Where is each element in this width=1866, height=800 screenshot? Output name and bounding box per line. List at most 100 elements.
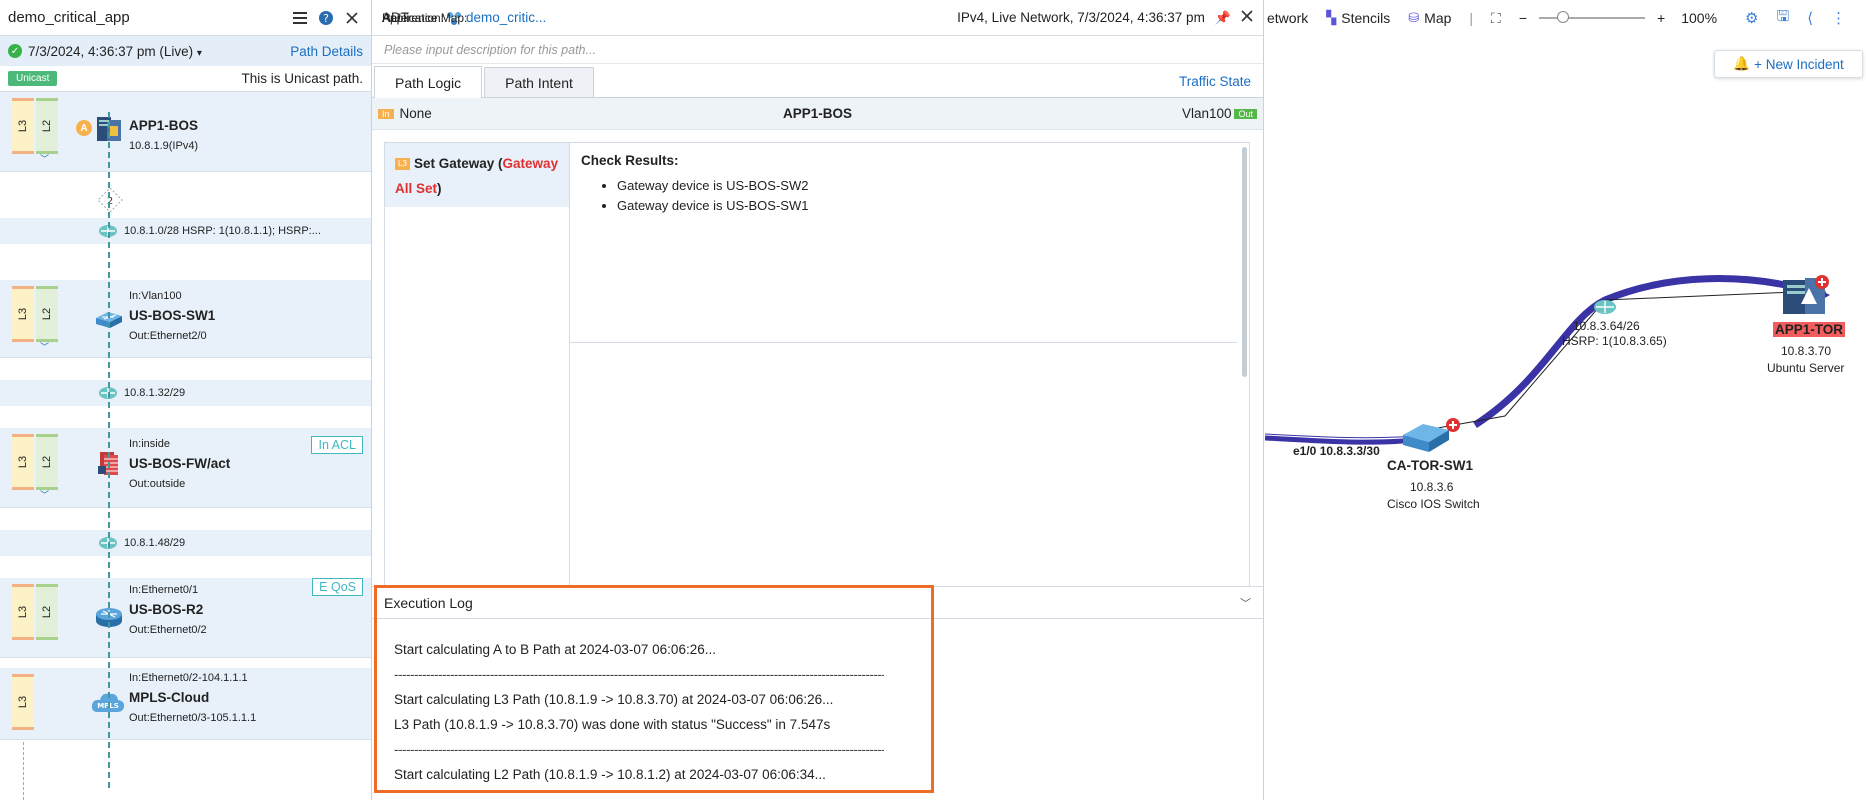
l3-badge: L3 xyxy=(395,158,410,171)
description-input[interactable]: Please input description for this path..… xyxy=(372,36,1263,64)
subnet-hsrp-label: HSRP: 1(10.8.3.65) xyxy=(1562,334,1667,348)
out-value: Vlan100 xyxy=(1181,106,1232,121)
new-incident-button[interactable]: 🔔 + New Incident xyxy=(1714,50,1863,78)
execution-log: Execution Log ﹀ Start calculating A to B… xyxy=(372,586,1263,800)
in-badge: In xyxy=(378,108,394,119)
device-name: US-BOS-SW1 xyxy=(129,308,216,323)
device-row-app1-bos[interactable]: L3 L2 ﹀ A APP1-BOS 10.8.1.9(IPv4) xyxy=(0,92,371,172)
check-results: Check Results: Gateway device is US-BOS-… xyxy=(581,153,808,216)
path-diagram: L3 L2 ﹀ A APP1-BOS 10.8.1.9(IPv4) 2 10.8… xyxy=(0,92,371,800)
device-row-us-bos-r2[interactable]: L3 L2 In:Ethernet0/1 US-BOS-R2 Out:Ether… xyxy=(0,578,371,658)
bell-icon: 🔔 xyxy=(1733,56,1751,71)
map-drawing xyxy=(1265,275,1830,452)
device-row-us-bos-sw1[interactable]: L3 L2 ﹀ In:Vlan100 US-BOS-SW1 Out:Ethern… xyxy=(0,280,371,358)
l3-tag: L3 xyxy=(12,584,34,640)
list-item: Gateway device is US-BOS-SW1 xyxy=(617,196,808,216)
in-value: None xyxy=(399,106,432,121)
chevron-down-icon[interactable]: ﹀ xyxy=(1240,595,1251,611)
rule-set-gateway[interactable]: L3 Set Gateway (Gateway All Set) xyxy=(385,143,569,207)
node-type-ca-tor-sw1: Cisco IOS Switch xyxy=(1387,497,1480,511)
log-line: Start calculating L2 Path (10.8.1.9 -> 1… xyxy=(394,767,826,782)
pin-icon[interactable]: 📌 xyxy=(1215,10,1231,26)
out-interface: Out:Ethernet0/2 xyxy=(129,624,207,636)
scrollbar[interactable] xyxy=(1242,147,1247,377)
chevron-down-icon[interactable]: ▾ xyxy=(197,48,202,59)
path-panel-header: demo_critical_app ? xyxy=(0,0,371,36)
acl-badge[interactable]: In ACL xyxy=(311,436,363,454)
check-results-title: Check Results: xyxy=(581,153,679,168)
map-canvas[interactable]: etwork ▚ Stencils ⛁ Map | ⛶ − + 100% ⚙ 🖫 ⟨… xyxy=(1265,0,1866,800)
segment-label: 10.8.1.0/28 HSRP: 1(10.8.1.1); HSRP:... xyxy=(124,225,321,237)
device-name: MPLS-Cloud xyxy=(129,690,210,705)
segment-row[interactable]: 2 10.8.1.0/28 HSRP: 1(10.8.1.1); HSRP:..… xyxy=(0,172,371,280)
l3-tag: L3 xyxy=(12,286,34,342)
unicast-bar: Unicast This is Unicast path. xyxy=(0,66,371,92)
path-status: IPv4, Live Network, 7/3/2024, 4:36:37 pm xyxy=(957,10,1205,25)
execution-log-lines: Start calculating A to B Path at 2024-03… xyxy=(372,619,1263,787)
in-interface: In:Vlan100 xyxy=(129,290,182,302)
traffic-state-link[interactable]: Traffic State xyxy=(1179,74,1251,89)
unicast-badge: Unicast xyxy=(8,71,58,86)
path-line xyxy=(108,112,110,788)
log-separator: ----------------------------------------… xyxy=(394,667,884,682)
log-line: Start calculating A to B Path at 2024-03… xyxy=(394,642,716,657)
in-interface: In:Ethernet0/2-104.1.1.1 xyxy=(129,672,248,684)
svg-text:?: ? xyxy=(323,12,329,25)
out-interface: Out:outside xyxy=(129,478,186,490)
execution-log-title: Execution Log xyxy=(384,594,473,611)
path-name: demo_critical_app xyxy=(8,9,130,26)
zoom-slider-handle[interactable] xyxy=(1557,11,1570,23)
out-interface: Out:Ethernet0/3-105.1.1.1 xyxy=(129,712,257,724)
out-badge: Out xyxy=(1234,108,1257,119)
device-ip: 10.8.1.9(IPv4) xyxy=(129,140,199,152)
close-icon[interactable] xyxy=(341,7,363,29)
tab-path-logic[interactable]: Path Logic xyxy=(374,66,483,98)
out-interface: Out:Ethernet2/0 xyxy=(129,330,207,342)
path-logic-panel: Application: ADT Reference Map: demo_cri… xyxy=(372,0,1264,800)
node-type-app1-tor: Ubuntu Server xyxy=(1767,361,1845,375)
l3-tag: L3 xyxy=(12,434,34,490)
qos-badge[interactable]: E QoS xyxy=(312,578,363,596)
path-header: Application: ADT Reference Map: demo_cri… xyxy=(372,0,1263,36)
node-ip-app1-tor: 10.8.3.70 xyxy=(1781,344,1832,358)
device-name: US-BOS-R2 xyxy=(129,602,204,617)
node-ip-ca-tor-sw1: 10.8.3.6 xyxy=(1410,480,1454,494)
segment-row[interactable]: 10.8.1.32/29 xyxy=(0,358,371,428)
subnet-label: 10.8.3.64/26 xyxy=(1573,319,1640,333)
chevron-down-icon[interactable]: ﹀ xyxy=(40,340,54,352)
hop-count-icon: 2 xyxy=(97,187,123,213)
segment-label: 10.8.1.48/29 xyxy=(124,537,186,549)
help-icon[interactable]: ? xyxy=(315,7,337,29)
log-line: L3 Path (10.8.1.9 -> 10.8.3.70) was done… xyxy=(394,717,831,732)
source-badge: A xyxy=(76,120,92,136)
path-panel: demo_critical_app ? ✓ 7/3/2024, 4:36:37 … xyxy=(0,0,372,800)
interface-label: e1/0 10.8.3.3/30 xyxy=(1293,444,1380,458)
tab-path-intent[interactable]: Path Intent xyxy=(484,67,594,97)
list-item: Gateway device is US-BOS-SW2 xyxy=(617,176,808,196)
execution-log-header[interactable]: Execution Log ﹀ xyxy=(372,587,1263,619)
node-name-ca-tor-sw1[interactable]: CA-TOR-SW1 xyxy=(1387,458,1473,473)
device-row-us-bos-fw[interactable]: L3 L2 ﹀ In:inside US-BOS-FW/act Out:outs… xyxy=(0,428,371,508)
path-date-bar: ✓ 7/3/2024, 4:36:37 pm (Live) ▾ Path Det… xyxy=(0,36,371,66)
segment-row[interactable]: 10.8.1.48/29 xyxy=(0,508,371,578)
menu-icon[interactable] xyxy=(289,7,311,29)
tab-bar: Path Logic Path Intent Traffic State xyxy=(372,64,1263,98)
log-line: Start calculating L3 Path (10.8.1.9 -> 1… xyxy=(394,692,834,707)
chevron-down-icon[interactable]: ﹀ xyxy=(40,152,54,164)
hop-device: APP1-BOS xyxy=(782,106,853,121)
hop-row: In None APP1-BOS Vlan100 Out xyxy=(372,98,1263,130)
path-details-link[interactable]: Path Details xyxy=(290,44,363,59)
chevron-down-icon[interactable]: ﹀ xyxy=(40,488,54,500)
reference-map-label: Reference Map: xyxy=(382,10,468,25)
unicast-note: This is Unicast path. xyxy=(241,71,363,86)
node-name-app1-tor[interactable]: APP1-TOR xyxy=(1773,322,1846,337)
path-date[interactable]: 7/3/2024, 4:36:37 pm (Live) ▾ xyxy=(28,44,290,59)
l2-tag: L2 xyxy=(36,434,58,490)
close-icon[interactable] xyxy=(1241,10,1253,25)
device-name: APP1-BOS xyxy=(129,118,199,133)
device-name: US-BOS-FW/act xyxy=(129,456,231,471)
l3-tag: L3 xyxy=(12,98,34,154)
l2-tag: L2 xyxy=(36,98,58,154)
device-row-mpls-cloud[interactable]: L3 MPLS In:Ethernet0/2-104.1.1.1 MPLS-Cl… xyxy=(0,668,371,740)
in-interface: In:Ethernet0/1 xyxy=(129,584,199,596)
